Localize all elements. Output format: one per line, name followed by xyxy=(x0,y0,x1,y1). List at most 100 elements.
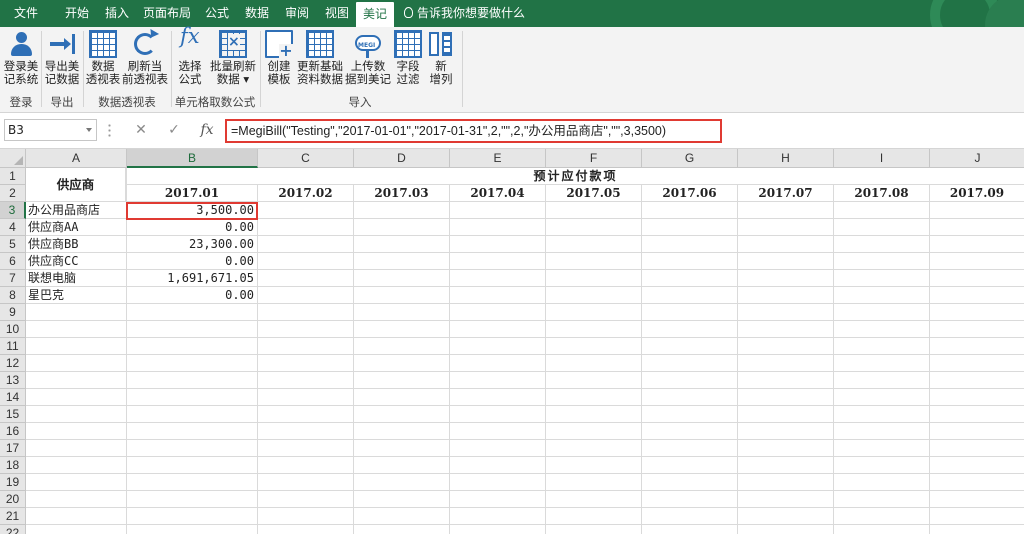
ribbon-panel: 登录美 记系统 登录 导出美 记数据 导出 数据 透视表 刷新当 前透视表 数据… xyxy=(0,26,1024,113)
row-header[interactable]: 9 xyxy=(0,304,26,321)
tab-formulas[interactable]: 公式 xyxy=(198,0,236,27)
row-header[interactable]: 22 xyxy=(0,525,26,534)
column-header-a[interactable]: A xyxy=(26,149,127,168)
column-header-d[interactable]: D xyxy=(354,149,450,168)
row-header[interactable]: 13 xyxy=(0,372,26,389)
row-header[interactable]: 18 xyxy=(0,457,26,474)
group-label-import: 导入 xyxy=(348,95,372,109)
tab-data[interactable]: 数据 xyxy=(238,0,276,27)
row-header[interactable]: 4 xyxy=(0,219,26,236)
expected-payables-header-cell[interactable]: 预计应付款项 xyxy=(127,168,1024,184)
tab-insert[interactable]: 插入 xyxy=(98,0,136,27)
tab-view[interactable]: 视图 xyxy=(318,0,356,27)
filter-icon xyxy=(394,30,422,58)
supplier-name-cell[interactable]: 供应商BB xyxy=(26,236,126,253)
supplier-name-cell[interactable]: 供应商CC xyxy=(26,253,126,270)
row-header[interactable]: 19 xyxy=(0,474,26,491)
ribbon-tab-bar: 文件 开始 插入 页面布局 公式 数据 审阅 视图 美记 告诉我你想要做什么 xyxy=(0,0,1024,55)
amount-cell[interactable]: 0.00 xyxy=(127,287,257,304)
row-header[interactable]: 5 xyxy=(0,236,26,253)
column-header-i[interactable]: I xyxy=(834,149,930,168)
create-template-button[interactable]: + 创建 模板 xyxy=(263,30,295,92)
row-header[interactable]: 10 xyxy=(0,321,26,338)
tab-home[interactable]: 开始 xyxy=(58,0,96,27)
supplier-name-cell[interactable]: 供应商AA xyxy=(26,219,126,236)
month-header-cell[interactable]: 2017.04 xyxy=(450,185,545,202)
row-header[interactable]: 3 xyxy=(0,202,26,219)
cancel-icon[interactable]: ✕ xyxy=(130,119,152,141)
row-header[interactable]: 17 xyxy=(0,440,26,457)
update-base-data-button[interactable]: 更新基础 资料数据 xyxy=(296,30,344,92)
supplier-header-cell[interactable]: 供应商 xyxy=(26,168,126,202)
row-header[interactable]: 7 xyxy=(0,270,26,287)
select-formula-button[interactable]: fx 选择 公式 xyxy=(173,26,207,92)
column-gridline xyxy=(449,168,450,534)
amount-cell[interactable]: 1,691,671.05 xyxy=(127,270,257,287)
month-header-cell[interactable]: 2017.02 xyxy=(258,185,353,202)
row-header[interactable]: 2 xyxy=(0,185,26,202)
tab-page-layout[interactable]: 页面布局 xyxy=(138,0,196,27)
column-header-g[interactable]: G xyxy=(642,149,738,168)
pivot-table-button[interactable]: 数据 透视表 xyxy=(85,30,121,92)
upload-data-button[interactable]: MEGI 上传数 据到美记 xyxy=(345,30,391,92)
login-button[interactable]: 登录美 记系统 xyxy=(2,30,40,92)
tab-megi[interactable]: 美记 xyxy=(356,2,394,27)
month-header-cell[interactable]: 2017.05 xyxy=(546,185,641,202)
table-update-icon xyxy=(306,30,334,58)
column-header-f[interactable]: F xyxy=(546,149,642,168)
add-column-icon xyxy=(427,30,455,58)
column-header-h[interactable]: H xyxy=(738,149,834,168)
row-header[interactable]: 16 xyxy=(0,423,26,440)
group-label-login: 登录 xyxy=(9,95,33,109)
field-filter-button[interactable]: 字段 过滤 xyxy=(392,30,424,92)
month-header-cell[interactable]: 2017.06 xyxy=(642,185,737,202)
column-gridline xyxy=(833,168,834,534)
column-header-c[interactable]: C xyxy=(258,149,354,168)
add-column-button[interactable]: 新 增列 xyxy=(425,30,457,92)
refresh-pivot-button[interactable]: 刷新当 前透视表 xyxy=(122,28,168,92)
column-gridline xyxy=(545,168,546,534)
resize-handle[interactable] xyxy=(108,123,111,137)
month-header-cell[interactable]: 2017.07 xyxy=(738,185,833,202)
amount-cell[interactable]: 23,300.00 xyxy=(127,236,257,253)
column-header-b[interactable]: B xyxy=(127,149,258,168)
lightbulb-icon xyxy=(404,7,413,18)
tab-file[interactable]: 文件 xyxy=(0,0,52,27)
amount-cell[interactable]: 0.00 xyxy=(127,253,257,270)
column-header-j[interactable]: J xyxy=(930,149,1024,168)
row-header[interactable]: 8 xyxy=(0,287,26,304)
batch-refresh-icon: × xyxy=(219,30,247,58)
amount-cell[interactable]: 0.00 xyxy=(127,219,257,236)
supplier-name-cell[interactable]: 办公用品商店 xyxy=(26,202,126,219)
month-header-cell[interactable]: 2017.03 xyxy=(354,185,449,202)
supplier-name-cell[interactable]: 星巴克 xyxy=(26,287,126,304)
row-header[interactable]: 12 xyxy=(0,355,26,372)
confirm-icon[interactable]: ✓ xyxy=(163,119,185,141)
row-header[interactable]: 1 xyxy=(0,168,26,185)
select-all-corner[interactable] xyxy=(0,149,26,168)
row-header[interactable]: 6 xyxy=(0,253,26,270)
export-button[interactable]: 导出美 记数据 xyxy=(43,30,81,92)
group-separator xyxy=(260,31,261,107)
month-header-cell[interactable]: 2017.09 xyxy=(930,185,1024,202)
row-header[interactable]: 20 xyxy=(0,491,26,508)
row-header[interactable]: 14 xyxy=(0,389,26,406)
batch-refresh-button[interactable]: × 批量刷新 数据 ▾ xyxy=(208,30,258,92)
name-box[interactable]: B3 xyxy=(4,119,97,141)
row-header[interactable]: 15 xyxy=(0,406,26,423)
chevron-down-icon[interactable] xyxy=(86,128,92,132)
formula-input[interactable]: =MegiBill("Testing","2017-01-01","2017-0… xyxy=(225,119,722,143)
tell-me-box[interactable]: 告诉我你想要做什么 xyxy=(404,0,525,27)
group-separator xyxy=(83,31,84,107)
supplier-name-cell[interactable]: 联想电脑 xyxy=(26,270,126,287)
insert-function-icon[interactable]: fx xyxy=(196,119,218,141)
row-header[interactable]: 11 xyxy=(0,338,26,355)
tab-review[interactable]: 审阅 xyxy=(278,0,316,27)
column-header-e[interactable]: E xyxy=(450,149,546,168)
month-header-cell[interactable]: 2017.08 xyxy=(834,185,929,202)
row-header[interactable]: 21 xyxy=(0,508,26,525)
worksheet[interactable]: A B C D E F G H I J 1 2 3 4 5 6 7 8 9 10… xyxy=(0,149,1024,534)
column-gridline xyxy=(257,168,258,534)
month-header-cell[interactable]: 2017.01 xyxy=(127,185,257,202)
table-grid-icon xyxy=(89,30,117,58)
